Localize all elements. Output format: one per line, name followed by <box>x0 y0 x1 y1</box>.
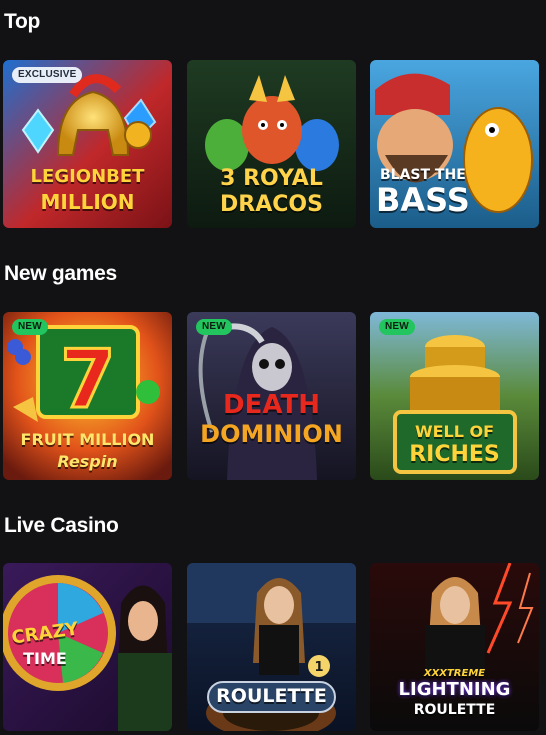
roulette-title: ROULETTE <box>216 685 327 707</box>
game-tile-well-of-riches[interactable]: WELL OF RICHES NEW <box>370 312 539 480</box>
game-tile-death-dominion[interactable]: DEATH DOMINION NEW <box>187 312 356 480</box>
death-dominion-title-line2: DOMINION <box>200 420 343 448</box>
death-dominion-title-line1: DEATH <box>223 390 320 420</box>
fruit-million-title-line1: FRUIT MILLION <box>20 430 155 449</box>
crazy-time-title-line2: TIME <box>23 649 67 668</box>
svg-text:1: 1 <box>314 660 323 675</box>
blast-bass-title-line1: BLAST THE <box>380 167 466 183</box>
new-badge: NEW <box>379 319 415 335</box>
game-tile-blast-the-bass[interactable]: BLAST THE BASS <box>370 60 539 228</box>
blast-bass-title-line2: BASS <box>376 181 470 219</box>
lightning-roulette-title-line1: XXXTREME <box>423 668 486 679</box>
crazy-time-art <box>3 563 172 731</box>
section-title-live-casino: Live Casino <box>4 514 119 537</box>
game-tile-xxxtreme-lightning-roulette[interactable]: XXXTREME LIGHTNING ROULETTE <box>370 563 539 731</box>
legionbet-title-line2: MILLION <box>40 190 135 214</box>
exclusive-badge: EXCLUSIVE <box>12 67 83 83</box>
lightning-roulette-title-line2: LIGHTNING <box>398 679 511 700</box>
well-riches-title-line2: RICHES <box>409 442 500 467</box>
game-tile-roulette[interactable]: 1 ROULETTE <box>187 563 356 731</box>
svg-text:7: 7 <box>60 333 116 426</box>
royal-dracos-title-line2: DRACOS <box>220 192 323 217</box>
section-title-new-games: New games <box>4 262 117 285</box>
fruit-million-title-line2: Respin <box>57 452 118 471</box>
legionbet-title-line1: LEGIONBET <box>30 166 145 187</box>
game-tile-3-royal-dracos[interactable]: 3 ROYAL DRACOS <box>187 60 356 228</box>
royal-dracos-title-line1: 3 ROYAL <box>220 166 323 191</box>
lightning-roulette-title-line3: ROULETTE <box>413 702 496 718</box>
section-title-top: Top <box>4 10 41 33</box>
well-riches-title-line1: WELL OF <box>414 422 495 441</box>
new-badge: NEW <box>12 319 48 335</box>
game-tile-crazy-time[interactable]: CRAZY TIME <box>3 563 172 731</box>
game-tile-fruit-million-respin[interactable]: 7 FRUIT MILLION Respin NEW <box>3 312 172 480</box>
game-tile-legionbet-million[interactable]: LEGIONBET MILLION EXCLUSIVE <box>3 60 172 228</box>
new-badge: NEW <box>196 319 232 335</box>
